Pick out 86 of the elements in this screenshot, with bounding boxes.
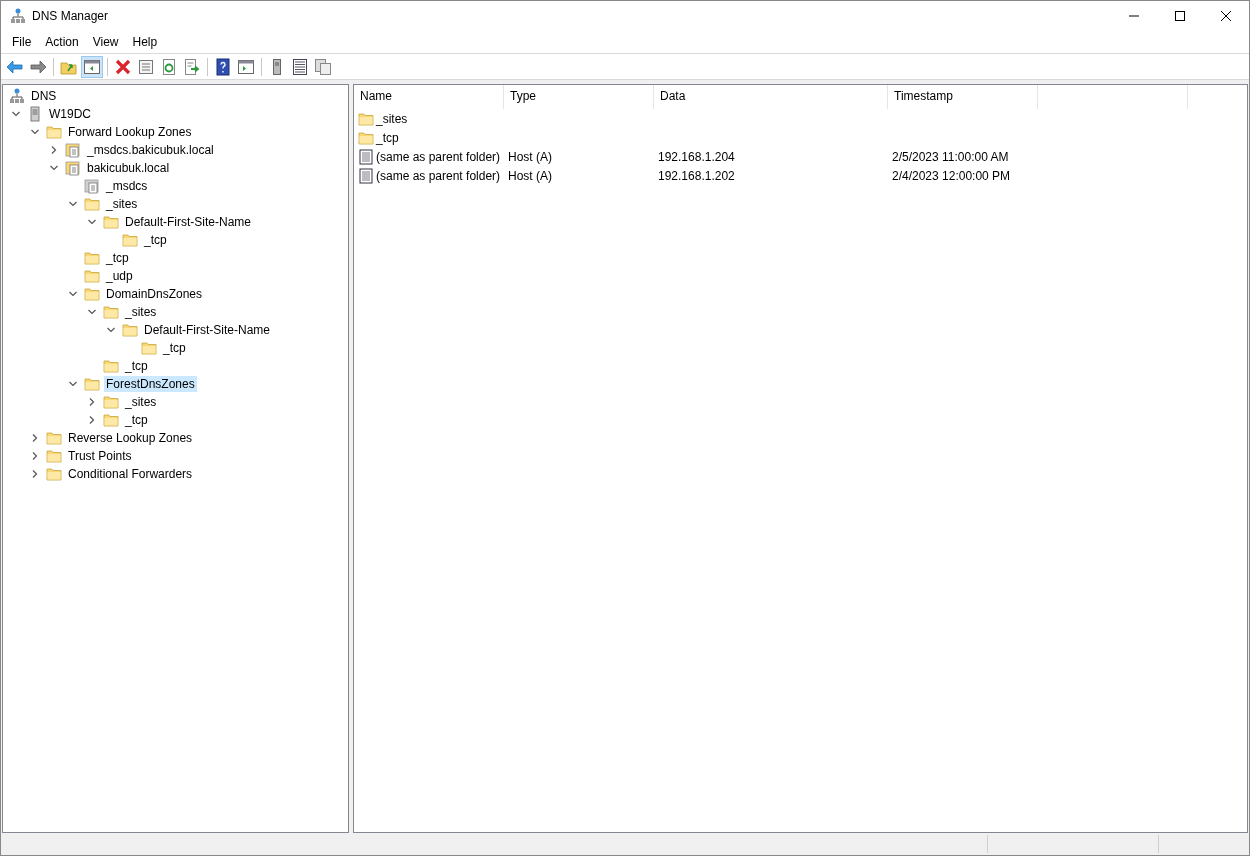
tree-item[interactable]: DomainDnsZones xyxy=(104,286,205,302)
folder-icon xyxy=(122,322,138,338)
chevron-right-icon[interactable] xyxy=(30,433,40,443)
tree-item[interactable]: _udp xyxy=(104,268,135,284)
close-icon xyxy=(1220,10,1232,22)
table-cell[interactable]: (same as parent folder) xyxy=(376,149,501,164)
folder-icon xyxy=(122,232,138,248)
column-header[interactable]: Type xyxy=(504,85,654,109)
folder-icon xyxy=(46,448,62,464)
tree-item[interactable]: _tcp xyxy=(161,340,188,356)
table-cell: 192.168.1.202 xyxy=(658,168,735,183)
tree-item[interactable]: _tcp xyxy=(123,358,150,374)
table-cell: 2/4/2023 12:00:00 PM xyxy=(892,168,1011,183)
chevron-down-icon[interactable] xyxy=(106,325,116,335)
tree-item[interactable]: _tcp xyxy=(104,250,131,266)
chevron-down-icon[interactable] xyxy=(30,127,40,137)
tree-item[interactable]: DNS xyxy=(29,88,59,104)
folder-icon xyxy=(46,124,62,140)
tree-item[interactable]: _tcp xyxy=(142,232,169,248)
table-cell[interactable]: _sites xyxy=(376,111,408,126)
chevron-right-icon[interactable] xyxy=(30,469,40,479)
chevron-right-icon[interactable] xyxy=(87,415,97,425)
folder-icon xyxy=(103,358,119,374)
chevron-down-icon[interactable] xyxy=(49,163,59,173)
maximize-icon xyxy=(1174,10,1186,22)
column-header[interactable]: Data xyxy=(654,85,888,109)
zone-file-icon xyxy=(65,160,81,176)
tree-item[interactable]: _sites xyxy=(123,304,159,320)
chevron-down-icon[interactable] xyxy=(68,199,78,209)
tree-item[interactable]: W19DC xyxy=(47,106,93,122)
table-cell: Host (A) xyxy=(508,149,552,164)
folder-icon xyxy=(358,129,374,146)
table-cell: Host (A) xyxy=(508,168,552,183)
menu-item[interactable]: View xyxy=(85,35,126,49)
folder-icon xyxy=(141,340,157,356)
folder-icon xyxy=(358,110,374,127)
tree-item[interactable]: _tcp xyxy=(123,412,150,428)
folder-icon xyxy=(84,376,100,392)
tree-item[interactable]: ForestDnsZones xyxy=(104,376,197,392)
column-header[interactable]: Name xyxy=(354,85,504,109)
window-title: DNS Manager xyxy=(32,9,109,23)
chevron-right-icon[interactable] xyxy=(87,397,97,407)
console-tree-icon[interactable] xyxy=(81,55,103,78)
chevron-down-icon[interactable] xyxy=(87,307,97,317)
menu-item[interactable]: Help xyxy=(125,35,165,49)
chevron-right-icon[interactable] xyxy=(30,451,40,461)
server-icon xyxy=(27,106,43,122)
folder-icon xyxy=(103,394,119,410)
chevron-down-icon[interactable] xyxy=(68,379,78,389)
tree-item[interactable]: _msdcs xyxy=(104,178,150,194)
network-icon xyxy=(9,88,25,104)
table-cell[interactable]: _tcp xyxy=(376,130,399,145)
tree-item[interactable]: _msdcs.bakicubuk.local xyxy=(85,142,216,158)
chevron-right-icon[interactable] xyxy=(49,145,59,155)
table-cell[interactable]: (same as parent folder) xyxy=(376,168,501,183)
column-header[interactable]: Timestamp xyxy=(888,85,1038,109)
folder-icon xyxy=(84,250,100,266)
menu-item[interactable]: Action xyxy=(38,35,86,49)
tree-item[interactable]: Trust Points xyxy=(66,448,134,464)
folder-icon xyxy=(84,286,100,302)
chevron-down-icon[interactable] xyxy=(11,109,21,119)
menu-item[interactable]: File xyxy=(5,35,39,49)
delegated-zone-icon xyxy=(84,178,100,194)
table-cell: 192.168.1.204 xyxy=(658,149,735,164)
tree-item[interactable]: _sites xyxy=(123,394,159,410)
folder-icon xyxy=(46,466,62,482)
tree-item[interactable]: Default-First-Site-Name xyxy=(142,322,273,338)
record-icon xyxy=(358,148,374,165)
chevron-down-icon[interactable] xyxy=(68,289,78,299)
tree-item[interactable]: bakicubuk.local xyxy=(85,160,172,176)
folder-icon xyxy=(46,430,62,446)
folder-icon xyxy=(103,214,119,230)
record-icon xyxy=(358,167,374,184)
table-cell: 2/5/2023 11:00:00 AM xyxy=(892,149,1009,164)
folder-icon xyxy=(84,196,100,212)
folder-icon xyxy=(103,304,119,320)
chevron-down-icon[interactable] xyxy=(87,217,97,227)
tree-item[interactable]: Forward Lookup Zones xyxy=(66,124,194,140)
tree-item[interactable]: Default-First-Site-Name xyxy=(123,214,254,230)
zone-file-icon xyxy=(65,142,81,158)
tree-item[interactable]: Conditional Forwarders xyxy=(66,466,195,482)
tree-item[interactable]: Reverse Lookup Zones xyxy=(66,430,195,446)
tree-item[interactable]: _sites xyxy=(104,196,140,212)
folder-icon xyxy=(103,412,119,428)
folder-icon xyxy=(84,268,100,284)
network-icon xyxy=(10,8,26,24)
